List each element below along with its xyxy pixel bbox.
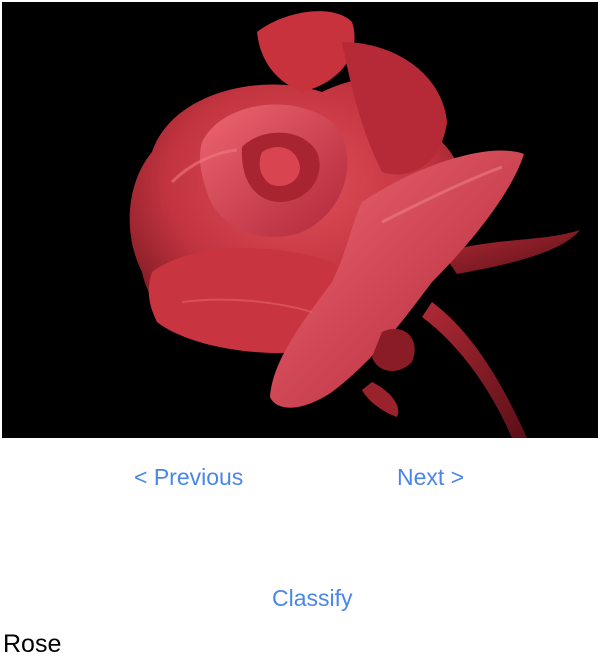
rose-illustration [2,2,598,438]
classification-result: Rose [3,630,62,658]
rose-photo [2,2,598,438]
classify-button[interactable]: Classify [272,583,353,613]
app-screen: < Previous Next > Classify Rose [0,0,600,661]
previous-button[interactable]: < Previous [134,462,243,492]
next-button[interactable]: Next > [397,462,464,492]
